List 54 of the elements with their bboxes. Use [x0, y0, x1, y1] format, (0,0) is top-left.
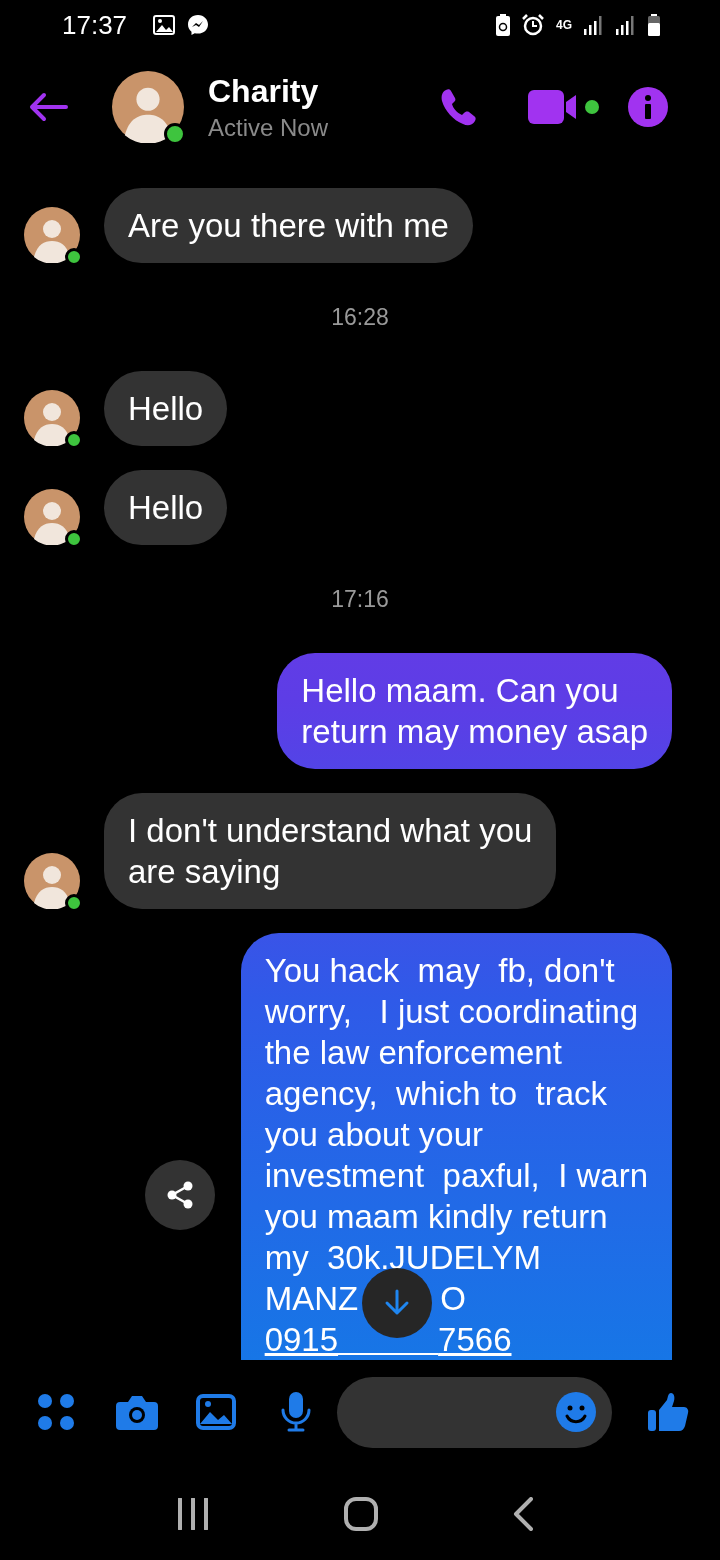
- battery-saver-icon: [496, 14, 510, 36]
- received-message: Hello: [104, 470, 228, 545]
- sent-message: You hack may fb, don't worry, I just coordinating the law enforcement agency, which to track you about your investment paxful, I warn you maam kindly return my 30k.JUDELYM: [264, 951, 648, 1278]
- gallery-button[interactable]: [196, 1394, 236, 1430]
- avatar: [24, 390, 80, 446]
- clock-time: 17:37: [62, 9, 128, 41]
- like-button[interactable]: [648, 1392, 690, 1432]
- info-icon: [628, 87, 668, 127]
- received-message: Hello: [104, 371, 228, 446]
- alarm-icon: [522, 14, 544, 36]
- network-type: 4G: [556, 19, 572, 31]
- home-icon: [344, 1497, 378, 1531]
- phone-link[interactable]: 7566: [438, 1319, 512, 1360]
- back-chevron-icon: [512, 1497, 533, 1531]
- gallery-notification-icon: [153, 15, 176, 35]
- phone-icon: [440, 88, 476, 126]
- received-message: I don't understand what you are saying: [104, 793, 557, 909]
- image-icon: [196, 1394, 236, 1430]
- emoji-button[interactable]: [556, 1391, 596, 1432]
- camera-button[interactable]: [116, 1394, 158, 1430]
- more-actions-button[interactable]: [38, 1394, 74, 1430]
- message-text: O: [440, 1279, 466, 1319]
- received-message: Are you there with me: [104, 188, 473, 263]
- avatar: [112, 71, 184, 143]
- call-button[interactable]: [440, 88, 476, 126]
- video-call-button[interactable]: [528, 89, 600, 125]
- camera-icon: [116, 1394, 158, 1430]
- phone-link[interactable]: 0915: [264, 1319, 339, 1360]
- avatar: [24, 853, 80, 909]
- avatar: [24, 489, 80, 545]
- info-button[interactable]: [628, 87, 668, 127]
- signal-icon: [616, 15, 636, 35]
- battery-icon: [648, 14, 660, 36]
- back-button[interactable]: [512, 1497, 533, 1531]
- contact-name: Charity: [208, 72, 320, 110]
- avatar: [24, 207, 80, 263]
- contact-status: Active Now: [208, 113, 330, 142]
- down-arrow-icon: [384, 1289, 410, 1317]
- video-camera-icon: [528, 89, 600, 125]
- timestamp: 17:16: [331, 585, 389, 613]
- smiley-icon: [556, 1391, 596, 1432]
- recent-apps-button[interactable]: [177, 1498, 210, 1530]
- messenger-notification-icon: [187, 14, 210, 36]
- message-text: MANZ: [264, 1279, 359, 1319]
- recent-apps-icon: [177, 1498, 210, 1530]
- signal-icon: [584, 15, 604, 35]
- microphone-icon: [280, 1392, 312, 1432]
- sent-message: Hello maam. Can you return may money asap: [277, 653, 672, 769]
- back-arrow-icon: [28, 92, 68, 122]
- voice-button[interactable]: [280, 1392, 312, 1432]
- thumbs-up-icon: [648, 1392, 690, 1432]
- four-dots-icon: [38, 1394, 74, 1430]
- timestamp: 16:28: [331, 303, 389, 331]
- home-button[interactable]: [344, 1497, 378, 1531]
